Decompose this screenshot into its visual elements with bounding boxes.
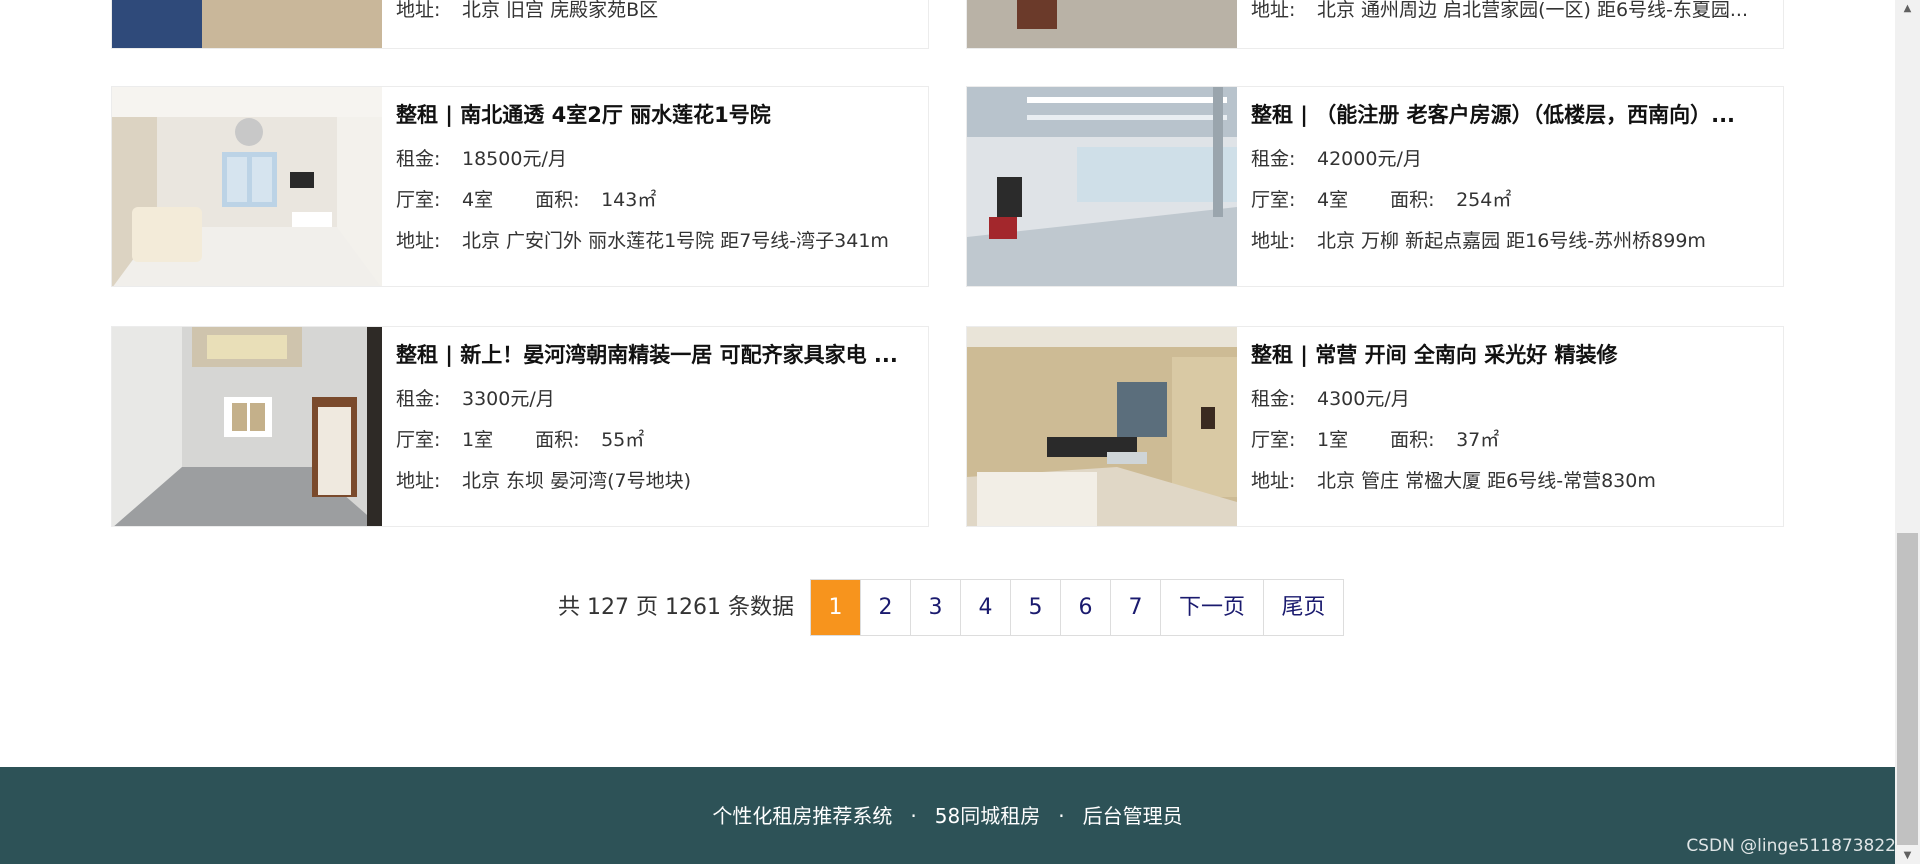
listing-address-row: 地址: 北京 广安门外 丽水莲花1号院 距7号线-湾子341m: [396, 228, 889, 254]
rooms-label: 厅室:: [1251, 429, 1296, 451]
footer-separator: ·: [1058, 804, 1065, 828]
listing-rent-row: 租金: 18500元/月: [396, 146, 567, 172]
address-label: 地址:: [396, 0, 441, 21]
page-link-2[interactable]: 2: [860, 580, 910, 635]
page-link-7[interactable]: 7: [1110, 580, 1160, 635]
address-value: 北京 旧宫 庑殿家苑B区: [462, 0, 659, 21]
rent-label: 租金:: [1251, 388, 1296, 410]
listing-rooms-row: 厅室: 4室 面积: 254㎡: [1251, 187, 1511, 213]
listing-address-row: 地址: 北京 管庄 常楹大厦 距6号线-常营830m: [1251, 468, 1656, 494]
rooms-value: 1室: [1317, 429, 1349, 451]
rooms-value: 4室: [1317, 189, 1349, 211]
csdn-watermark: CSDN @linge511873822: [1686, 836, 1896, 856]
address-label: 地址:: [1251, 470, 1296, 492]
page-viewport: 地址: 北京 旧宫 庑殿家苑B区 地址: 北京 通州周边 启北营家园(一区) 距6号…: [0, 0, 1895, 864]
address-value: 北京 管庄 常楹大厦 距6号线-常营830m: [1317, 470, 1656, 492]
listing-address-row: 地址: 北京 旧宫 庑殿家苑B区: [396, 0, 658, 23]
listing-rooms-row: 厅室: 4室 面积: 143㎡: [396, 187, 656, 213]
address-value: 北京 广安门外 丽水莲花1号院 距7号线-湾子341m: [462, 230, 889, 252]
scrollbar-thumb[interactable]: [1897, 533, 1918, 845]
listing-title[interactable]: 整租 | 新上！晏河湾朝南精装一居 可配齐家具家电 ...: [396, 340, 916, 370]
rent-label: 租金:: [1251, 148, 1296, 170]
scroll-down-arrow-icon[interactable]: ▼: [1895, 847, 1920, 864]
listing-address-row: 地址: 北京 东坝 晏河湾(7号地块): [396, 468, 691, 494]
page-link-6[interactable]: 6: [1060, 580, 1110, 635]
listing-photo[interactable]: [112, 0, 382, 48]
listing-rooms-row: 厅室: 1室 面积: 37㎡: [1251, 427, 1499, 453]
last-page-button[interactable]: 尾页: [1263, 580, 1343, 635]
listing-photo[interactable]: [112, 327, 382, 526]
listing-title[interactable]: 整租 | （能注册 老客户房源）（低楼层，西南向）...: [1251, 100, 1771, 130]
address-value: 北京 东坝 晏河湾(7号地块): [462, 470, 691, 492]
listing-card[interactable]: 整租 | 南北通透 4室2厅 丽水莲花1号院 租金: 18500元/月 厅室: 4室…: [111, 86, 929, 287]
address-label: 地址:: [1251, 0, 1296, 21]
site-footer: 个性化租房推荐系统 · 58同城租房 · 后台管理员: [0, 767, 1895, 864]
area-value: 143㎡: [601, 189, 657, 211]
rent-label: 租金:: [396, 148, 441, 170]
footer-link-58[interactable]: 58同城租房: [935, 804, 1040, 828]
area-value: 37㎡: [1456, 429, 1500, 451]
pagination-total: 共 127 页 1261 条数据: [558, 595, 794, 620]
listing-address-row: 地址: 北京 通州周边 启北营家园(一区) 距6号线-东夏园...: [1251, 0, 1748, 23]
listing-card[interactable]: 整租 | 常营 开间 全南向 采光好 精装修 租金: 4300元/月 厅室: 1室 面…: [966, 326, 1784, 527]
listing-rent-row: 租金: 3300元/月: [396, 386, 555, 412]
rent-value: 42000元/月: [1317, 148, 1422, 170]
listing-address-row: 地址: 北京 万柳 新起点嘉园 距16号线-苏州桥899m: [1251, 228, 1706, 254]
rent-label: 租金:: [396, 388, 441, 410]
address-value: 北京 通州周边 启北营家园(一区) 距6号线-东夏园...: [1317, 0, 1749, 21]
area-value: 254㎡: [1456, 189, 1512, 211]
listing-title[interactable]: 整租 | 常营 开间 全南向 采光好 精装修: [1251, 340, 1771, 370]
area-value: 55㎡: [601, 429, 645, 451]
rent-value: 18500元/月: [462, 148, 567, 170]
rent-value: 4300元/月: [1317, 388, 1410, 410]
listing-card[interactable]: 整租 | （能注册 老客户房源）（低楼层，西南向）... 租金: 42000元/月…: [966, 86, 1784, 287]
page-link-1[interactable]: 1: [811, 580, 860, 635]
next-page-button[interactable]: 下一页: [1160, 580, 1263, 635]
listing-photo[interactable]: [112, 87, 382, 286]
listing-photo[interactable]: [967, 0, 1237, 48]
listing-photo[interactable]: [967, 327, 1237, 526]
footer-link-admin[interactable]: 后台管理员: [1083, 804, 1183, 828]
address-label: 地址:: [396, 470, 441, 492]
area-label: 面积:: [1390, 189, 1435, 211]
listing-card[interactable]: 地址: 北京 旧宫 庑殿家苑B区: [111, 0, 929, 49]
listing-card[interactable]: 地址: 北京 通州周边 启北营家园(一区) 距6号线-东夏园...: [966, 0, 1784, 49]
footer-link-home[interactable]: 个性化租房推荐系统: [712, 804, 892, 828]
page-link-5[interactable]: 5: [1010, 580, 1060, 635]
rooms-label: 厅室:: [396, 189, 441, 211]
listing-title[interactable]: 整租 | 南北通透 4室2厅 丽水莲花1号院: [396, 100, 916, 130]
footer-separator: ·: [910, 804, 917, 828]
area-label: 面积:: [535, 189, 580, 211]
page-link-3[interactable]: 3: [910, 580, 960, 635]
listing-card[interactable]: 整租 | 新上！晏河湾朝南精装一居 可配齐家具家电 ... 租金: 3300元/月…: [111, 326, 929, 527]
rent-value: 3300元/月: [462, 388, 555, 410]
pagination-links: 1 2 3 4 5 6 7 下一页 尾页: [810, 579, 1344, 636]
listing-rooms-row: 厅室: 1室 面积: 55㎡: [396, 427, 644, 453]
rooms-value: 4室: [462, 189, 494, 211]
address-label: 地址:: [396, 230, 441, 252]
address-label: 地址:: [1251, 230, 1296, 252]
page-link-4[interactable]: 4: [960, 580, 1010, 635]
pagination: 共 127 页 1261 条数据 1 2 3 4 5 6 7 下一页 尾页: [0, 579, 1895, 636]
listing-rent-row: 租金: 4300元/月: [1251, 386, 1410, 412]
rooms-label: 厅室:: [396, 429, 441, 451]
area-label: 面积:: [535, 429, 580, 451]
scroll-up-arrow-icon[interactable]: ▲: [1895, 0, 1920, 17]
area-label: 面积:: [1390, 429, 1435, 451]
rooms-value: 1室: [462, 429, 494, 451]
vertical-scrollbar[interactable]: ▲ ▼: [1895, 0, 1920, 864]
rooms-label: 厅室:: [1251, 189, 1296, 211]
listing-rent-row: 租金: 42000元/月: [1251, 146, 1422, 172]
listing-photo[interactable]: [967, 87, 1237, 286]
address-value: 北京 万柳 新起点嘉园 距16号线-苏州桥899m: [1317, 230, 1706, 252]
